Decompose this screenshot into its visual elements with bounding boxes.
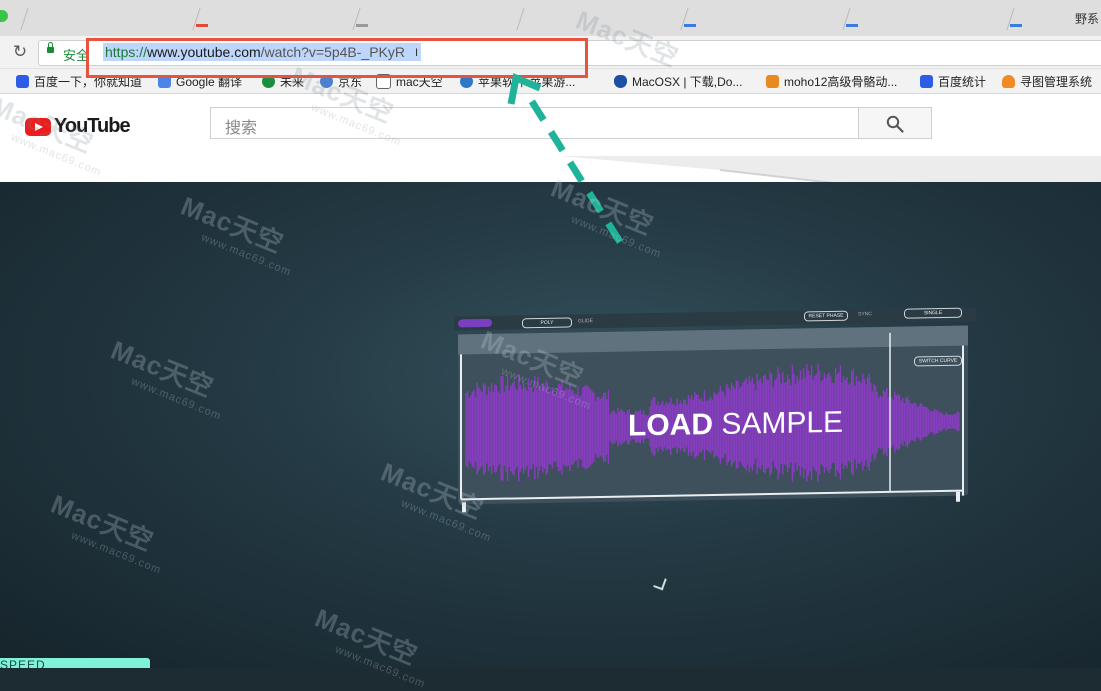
youtube-play-icon bbox=[25, 117, 51, 136]
window-control-dot[interactable] bbox=[0, 10, 8, 22]
tab-favicon bbox=[846, 24, 858, 27]
tab-favicon bbox=[1010, 24, 1022, 27]
youtube-logo[interactable]: YouTube bbox=[25, 115, 131, 138]
tab-favicon bbox=[684, 24, 696, 27]
reload-icon[interactable]: ↻ bbox=[10, 42, 30, 62]
plugin-sync-label: SYNC bbox=[858, 311, 872, 318]
plugin-badge bbox=[458, 318, 492, 328]
document-icon bbox=[766, 74, 779, 88]
load-sample-label: LOAD SAMPLE bbox=[628, 405, 844, 443]
youtube-search-button[interactable] bbox=[858, 107, 932, 139]
tab-title-fragment: 野系 bbox=[1074, 12, 1099, 26]
waveform-handle bbox=[462, 502, 466, 513]
annotation-highlight-box bbox=[86, 38, 588, 78]
shield-icon bbox=[614, 74, 627, 88]
synth-plugin-screen: POLY GLIDE RESET PHASE SYNC SINGLE SWITC… bbox=[448, 302, 978, 517]
plugin-glide-label: GLIDE bbox=[578, 318, 594, 325]
bookmark-item[interactable]: moho12高级骨骼动... bbox=[766, 72, 897, 90]
heart-icon bbox=[1002, 74, 1015, 88]
tab-favicon bbox=[356, 24, 368, 27]
plugin-frame: POLY GLIDE RESET PHASE SYNC SINGLE SWITC… bbox=[448, 297, 978, 521]
chart-icon bbox=[920, 74, 933, 88]
plugin-poly-selector: POLY bbox=[522, 317, 572, 329]
baidu-paw-icon bbox=[16, 74, 29, 88]
lock-icon bbox=[47, 42, 54, 53]
tab-strip: 野系 bbox=[0, 0, 1101, 36]
video-player[interactable]: POLY GLIDE RESET PHASE SYNC SINGLE SWITC… bbox=[0, 182, 1101, 668]
mouse-cursor-icon bbox=[653, 575, 667, 591]
plugin-reset-phase: RESET PHASE bbox=[804, 310, 848, 322]
waveform-frame-line bbox=[461, 489, 963, 501]
search-placeholder: 搜索 bbox=[225, 120, 258, 137]
tab-favicon bbox=[196, 24, 208, 27]
bookmark-item[interactable]: MacOSX | 下载,Do... bbox=[614, 72, 742, 90]
bookmark-item[interactable]: 寻图管理系统 bbox=[1002, 72, 1092, 90]
tab-divider bbox=[20, 8, 29, 30]
youtube-header: YouTube 搜索 bbox=[0, 94, 1101, 156]
plugin-single-selector: SINGLE bbox=[904, 307, 962, 319]
waveform-handle bbox=[956, 491, 960, 502]
tab-divider bbox=[516, 8, 525, 30]
speed-label-box: SPEED bbox=[0, 658, 150, 668]
search-icon bbox=[886, 115, 904, 133]
youtube-logo-text: YouTube bbox=[54, 115, 131, 137]
bookmark-item[interactable]: 百度统计 bbox=[920, 72, 986, 90]
youtube-search-input[interactable]: 搜索 bbox=[210, 107, 858, 139]
